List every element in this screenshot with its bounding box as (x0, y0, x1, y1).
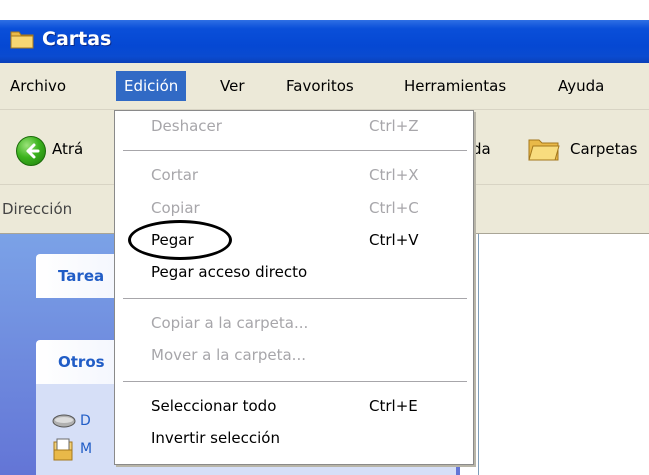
shortcut-undo: Ctrl+Z (369, 117, 419, 135)
menu-item-undo[interactable]: Deshacer (151, 117, 222, 135)
tasks-panel-title: Tarea (58, 267, 105, 285)
menu-favoritos[interactable]: Favoritos (278, 71, 362, 101)
menu-separator (123, 150, 467, 152)
folder-icon (10, 31, 34, 49)
window-top-edge (0, 0, 649, 20)
folders-icon[interactable] (527, 134, 561, 164)
menu-ver[interactable]: Ver (212, 71, 253, 101)
window-title: Cartas (42, 28, 112, 50)
other-places-panel-title: Otros (58, 353, 105, 371)
title-bar[interactable]: Cartas (0, 20, 649, 63)
menu-item-copy[interactable]: Copiar (151, 199, 200, 217)
other-place-2-label[interactable]: M (80, 441, 92, 457)
other-place-1-label[interactable]: D (80, 413, 91, 429)
back-button-label[interactable]: Atrá (52, 140, 83, 158)
drive-icon[interactable] (52, 414, 76, 428)
menu-archivo[interactable]: Archivo (2, 71, 74, 101)
edit-menu-dropdown: Deshacer Ctrl+Z Cortar Ctrl+X Copiar Ctr… (114, 110, 474, 465)
menu-herramientas[interactable]: Herramientas (396, 71, 514, 101)
menu-edicion[interactable]: Edición (116, 71, 187, 101)
back-arrow-icon[interactable] (16, 136, 46, 166)
shortcut-cut: Ctrl+X (369, 166, 419, 184)
menu-separator (123, 298, 467, 300)
folders-button-label[interactable]: Carpetas (570, 140, 637, 158)
shortcut-select-all: Ctrl+E (369, 397, 418, 415)
menu-separator (123, 381, 467, 383)
menu-bar: Archivo Edición Ver Favoritos Herramient… (0, 63, 649, 110)
shortcut-paste: Ctrl+V (369, 231, 419, 249)
menu-item-paste-shortcut[interactable]: Pegar acceso directo (151, 263, 307, 281)
menu-item-move-to-folder[interactable]: Mover a la carpeta... (151, 346, 306, 364)
highlight-circle (128, 220, 232, 260)
menu-item-copy-to-folder[interactable]: Copiar a la carpeta... (151, 314, 308, 332)
document-icon[interactable] (52, 438, 74, 462)
shortcut-copy: Ctrl+C (369, 199, 419, 217)
address-label: Dirección (2, 200, 73, 218)
menu-item-select-all[interactable]: Seleccionar todo (151, 397, 276, 415)
file-list-area[interactable] (478, 234, 649, 475)
search-button-label[interactable]: da (472, 140, 491, 158)
menu-item-cut[interactable]: Cortar (151, 166, 198, 184)
menu-item-invert-selection[interactable]: Invertir selección (151, 429, 280, 447)
menu-ayuda[interactable]: Ayuda (550, 71, 612, 101)
